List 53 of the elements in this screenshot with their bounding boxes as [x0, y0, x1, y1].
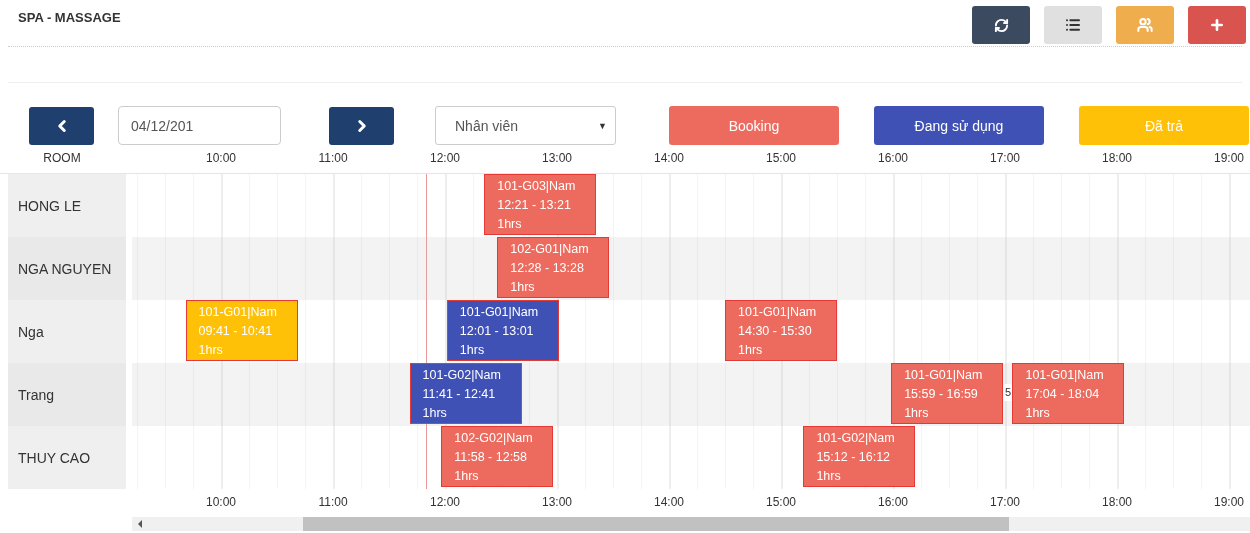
- booking-block[interactable]: 101-G01|Nam 15:59 - 16:59 1hrs: [891, 363, 1004, 424]
- hour-label: 10:00: [206, 151, 236, 165]
- hour-label: 13:00: [542, 495, 572, 509]
- plus-icon: [1209, 17, 1225, 33]
- users-icon: [1137, 17, 1153, 33]
- date-field[interactable]: 04/12/201: [118, 106, 281, 145]
- scroll-left-icon[interactable]: [138, 520, 142, 528]
- next-button[interactable]: [329, 106, 394, 145]
- hour-label: 19:00: [1214, 151, 1244, 165]
- room-name: HONG LE: [8, 174, 126, 237]
- hour-label: 19:00: [1214, 495, 1244, 509]
- booking-block[interactable]: 101-G02|Nam 15:12 - 16:12 1hrs: [803, 426, 916, 487]
- room-name: Trang: [8, 363, 126, 426]
- list-button[interactable]: [1044, 6, 1102, 44]
- hour-label: 18:00: [1102, 495, 1132, 509]
- add-button[interactable]: [1188, 6, 1246, 44]
- scrollbar-thumb[interactable]: [303, 517, 1009, 531]
- booking-block[interactable]: 101-G01|Nam 12:01 - 13:01 1hrs: [446, 300, 559, 361]
- legend-button[interactable]: Đang sử dụng: [874, 106, 1044, 145]
- hour-label: 14:00: [654, 151, 684, 165]
- booking-block[interactable]: 102-G02|Nam 11:58 - 12:58 1hrs: [441, 426, 554, 487]
- booking-block[interactable]: 102-G01|Nam 12:28 - 13:28 1hrs: [497, 237, 610, 298]
- room-name: NGA NGUYEN: [8, 237, 126, 300]
- booking-block[interactable]: 101-G02|Nam 11:41 - 12:41 1hrs: [409, 363, 522, 424]
- hour-label: 17:00: [990, 495, 1020, 509]
- hour-label: 16:00: [878, 495, 908, 509]
- legend-button[interactable]: Booking: [669, 106, 839, 145]
- room-name: THUY CAO: [8, 426, 126, 489]
- hour-label: 11:00: [318, 495, 348, 509]
- booking-block[interactable]: 101-G01|Nam 14:30 - 15:30 1hrs: [725, 300, 837, 361]
- room-name: Nga: [8, 300, 126, 363]
- hour-label: 18:00: [1102, 151, 1132, 165]
- hour-label: 11:00: [318, 151, 348, 165]
- hour-label: 12:00: [430, 151, 460, 165]
- page-title: SPA - MASSAGE: [18, 10, 121, 25]
- refresh-icon: [993, 17, 1009, 33]
- hour-label: 14:00: [654, 495, 684, 509]
- hour-label: 10:00: [206, 495, 236, 509]
- refresh-button[interactable]: [972, 6, 1030, 44]
- hour-label: 17:00: [990, 151, 1020, 165]
- previous-button[interactable]: [29, 106, 94, 145]
- hour-label: 15:00: [766, 151, 796, 165]
- hour-label: 16:00: [878, 151, 908, 165]
- list-icon: [1065, 17, 1081, 33]
- staff-select[interactable]: Nhân viên ▼: [435, 106, 616, 145]
- booking-block[interactable]: 101-G01|Nam 09:41 - 10:41 1hrs: [185, 300, 298, 361]
- hour-label: 12:00: [430, 495, 460, 509]
- booking-block[interactable]: 101-G01|Nam 17:04 - 18:04 1hrs: [1012, 363, 1125, 424]
- hour-label: 15:00: [766, 495, 796, 509]
- room-label: ROOM: [42, 150, 82, 167]
- booking-block[interactable]: 101-G03|Nam 12:21 - 13:21 1hrs: [484, 174, 597, 235]
- hour-label: 13:00: [542, 151, 572, 165]
- legend-button[interactable]: Đã trả: [1079, 106, 1249, 145]
